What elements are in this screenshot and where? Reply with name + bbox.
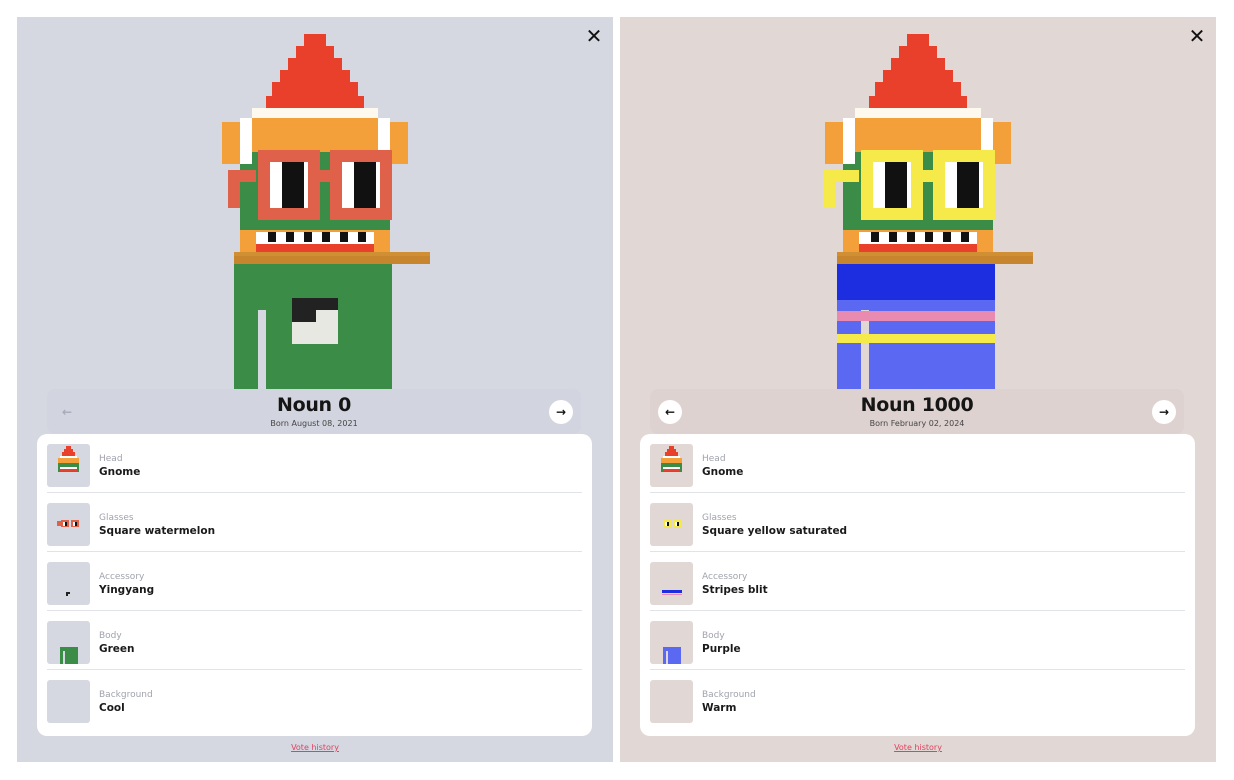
trait-value: Warm <box>702 702 737 714</box>
close-icon[interactable]: ✕ <box>1186 25 1208 47</box>
trait-value: Square yellow saturated <box>702 525 848 537</box>
trait-row-background: Background Cool <box>47 670 582 729</box>
head-thumbnail <box>47 444 90 487</box>
noun-title: Noun 0 <box>276 394 352 416</box>
noun-panel-1000: ✕ ← Noun 1000 Born February 02, 2024 → H… <box>620 17 1216 762</box>
trait-label: Glasses <box>99 513 134 523</box>
glasses-thumbnail <box>47 503 90 546</box>
trait-label: Head <box>702 454 726 464</box>
close-icon[interactable]: ✕ <box>583 25 605 47</box>
noun-panel-0: ✕ ← Noun 0 Born August 08, 2021 → Head G… <box>17 17 613 762</box>
noun-pixel-art <box>222 34 430 390</box>
trait-label: Accessory <box>99 572 145 582</box>
trait-row-accessory: Accessory Yingyang <box>47 552 582 611</box>
glasses-thumbnail <box>650 503 693 546</box>
body-thumbnail <box>650 621 693 664</box>
trait-label: Head <box>99 454 123 464</box>
noun-pixel-art <box>823 34 1033 390</box>
birth-date: Born August 08, 2021 <box>270 419 358 428</box>
noun-header: ← Noun 0 Born August 08, 2021 → <box>47 389 581 434</box>
trait-row-accessory: Accessory Stripes blit <box>650 552 1185 611</box>
trait-value: Gnome <box>702 466 744 478</box>
traits-card: Head Gnome Glasses Square yellow saturat… <box>640 434 1195 736</box>
accessory-thumbnail <box>650 562 693 605</box>
vote-history-link[interactable]: Vote history <box>620 743 1216 752</box>
trait-label: Glasses <box>702 513 737 523</box>
trait-value: Stripes blit <box>702 584 768 596</box>
traits-card: Head Gnome Glasses Square watermelon Acc… <box>37 434 592 736</box>
trait-row-body: Body Green <box>47 611 582 670</box>
trait-label: Body <box>99 631 122 641</box>
next-arrow-icon[interactable]: → <box>549 400 573 424</box>
next-arrow-icon[interactable]: → <box>1152 400 1176 424</box>
trait-row-glasses: Glasses Square watermelon <box>47 493 582 552</box>
trait-row-glasses: Glasses Square yellow saturated <box>650 493 1185 552</box>
trait-value: Gnome <box>99 466 141 478</box>
trait-label: Background <box>702 690 756 700</box>
trait-row-background: Background Warm <box>650 670 1185 729</box>
trait-row-head: Head Gnome <box>650 434 1185 493</box>
trait-row-head: Head Gnome <box>47 434 582 493</box>
trait-row-body: Body Purple <box>650 611 1185 670</box>
accessory-thumbnail <box>47 562 90 605</box>
background-thumbnail <box>47 680 90 723</box>
trait-value: Purple <box>702 643 741 655</box>
noun-artwork <box>803 34 1033 390</box>
head-thumbnail <box>650 444 693 487</box>
comparison-view: ✕ ← Noun 0 Born August 08, 2021 → Head G… <box>0 0 1234 780</box>
body-thumbnail <box>47 621 90 664</box>
trait-value: Yingyang <box>99 584 155 596</box>
trait-value: Cool <box>99 702 125 714</box>
trait-label: Background <box>99 690 153 700</box>
background-thumbnail <box>650 680 693 723</box>
birth-date: Born February 02, 2024 <box>869 419 965 428</box>
trait-value: Green <box>99 643 135 655</box>
trait-value: Square watermelon <box>99 525 216 537</box>
noun-title: Noun 1000 <box>860 394 974 416</box>
noun-header: ← Noun 1000 Born February 02, 2024 → <box>650 389 1184 434</box>
trait-label: Body <box>702 631 725 641</box>
noun-artwork <box>200 34 430 390</box>
vote-history-link[interactable]: Vote history <box>17 743 613 752</box>
trait-label: Accessory <box>702 572 748 582</box>
